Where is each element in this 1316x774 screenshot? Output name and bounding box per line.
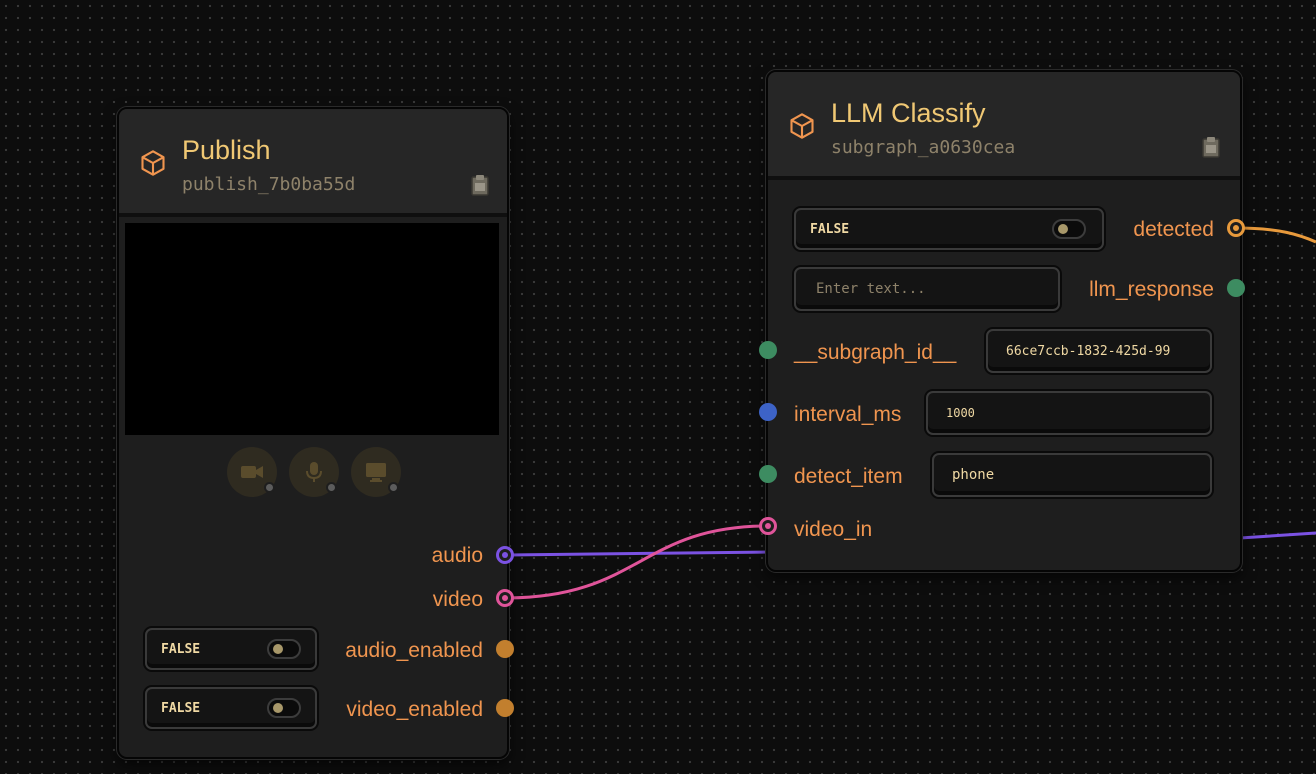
toggle-knob bbox=[1058, 224, 1068, 234]
audio-wire-continuation[interactable] bbox=[1239, 531, 1316, 540]
node-title: Publish bbox=[182, 135, 271, 165]
node-id: publish_7b0ba55d bbox=[182, 174, 356, 195]
video-enabled-toggle-field[interactable]: FALSE bbox=[145, 687, 317, 729]
audio-enabled-output-port[interactable] bbox=[496, 640, 514, 658]
microphone-icon bbox=[306, 462, 322, 482]
toggle-knob bbox=[273, 644, 283, 654]
microphone-status-badge bbox=[326, 482, 337, 493]
microphone-button[interactable] bbox=[289, 447, 339, 497]
audio-enabled-toggle-field[interactable]: FALSE bbox=[145, 628, 317, 670]
detected-wire[interactable] bbox=[1235, 226, 1316, 244]
detect-item-field[interactable]: phone bbox=[932, 453, 1212, 497]
audio-wire[interactable] bbox=[504, 550, 771, 557]
llm-response-input[interactable]: Enter text... bbox=[794, 267, 1060, 311]
interval-ms-field[interactable]: 1000 bbox=[926, 391, 1212, 435]
screen-share-icon bbox=[366, 463, 386, 482]
detected-output-port[interactable] bbox=[1227, 219, 1245, 237]
screen-share-status-badge bbox=[388, 482, 399, 493]
publish-node[interactable]: Publish publish_7b0ba55d audio video FAL… bbox=[117, 107, 509, 759]
subgraph-id-value: 66ce7ccb-1832-425d-99 bbox=[1006, 344, 1171, 359]
camera-button[interactable] bbox=[227, 447, 277, 497]
toggle-knob bbox=[273, 703, 283, 713]
node-id: subgraph_a0630cea bbox=[831, 137, 1016, 158]
subgraph-id-input-port[interactable] bbox=[759, 341, 777, 359]
video-enabled-output-port[interactable] bbox=[496, 699, 514, 717]
camera-icon bbox=[241, 466, 263, 478]
publish-node-header[interactable]: Publish publish_7b0ba55d bbox=[119, 109, 507, 217]
llm-classify-node-header[interactable]: LLM Classify subgraph_a0630cea bbox=[768, 72, 1240, 180]
toggle-value: FALSE bbox=[810, 222, 850, 237]
clipboard-icon[interactable] bbox=[470, 174, 490, 196]
screen-share-button[interactable] bbox=[351, 447, 401, 497]
video-preview bbox=[125, 223, 499, 435]
llm-response-placeholder: Enter text... bbox=[816, 281, 926, 297]
detected-toggle-field[interactable]: FALSE bbox=[794, 208, 1104, 250]
llm-classify-node[interactable]: LLM Classify subgraph_a0630cea FALSE det… bbox=[766, 70, 1242, 572]
camera-status-badge bbox=[264, 482, 275, 493]
video-enabled-output-label: video_enabled bbox=[346, 698, 483, 721]
audio-enabled-output-label: audio_enabled bbox=[345, 639, 483, 662]
llm-response-output-port[interactable] bbox=[1227, 279, 1245, 297]
video-output-port[interactable] bbox=[496, 589, 514, 607]
video-in-input-port[interactable] bbox=[759, 517, 777, 535]
toggle-value: FALSE bbox=[161, 701, 201, 716]
audio-enabled-switch[interactable] bbox=[267, 639, 301, 659]
detected-output-label: detected bbox=[1133, 218, 1214, 241]
interval-ms-input-label: interval_ms bbox=[794, 403, 902, 426]
detect-item-value: phone bbox=[952, 467, 995, 483]
toggle-value: FALSE bbox=[161, 642, 201, 657]
detected-switch[interactable] bbox=[1052, 219, 1086, 239]
subgraph-id-input-label: __subgraph_id__ bbox=[794, 341, 957, 364]
detect-item-input-label: detect_item bbox=[794, 465, 903, 488]
llm-response-output-label: llm_response bbox=[1089, 278, 1214, 301]
audio-output-label: audio bbox=[431, 544, 483, 567]
detect-item-input-port[interactable] bbox=[759, 465, 777, 483]
node-title: LLM Classify bbox=[831, 98, 986, 128]
cube-icon bbox=[790, 113, 814, 139]
cube-icon bbox=[141, 150, 165, 176]
interval-ms-value: 1000 bbox=[946, 406, 975, 420]
interval-ms-input-port[interactable] bbox=[759, 403, 777, 421]
video-wire[interactable] bbox=[504, 524, 769, 600]
video-in-input-label: video_in bbox=[794, 518, 873, 541]
audio-output-port[interactable] bbox=[496, 546, 514, 564]
clipboard-icon[interactable] bbox=[1201, 136, 1221, 158]
video-enabled-switch[interactable] bbox=[267, 698, 301, 718]
subgraph-id-field[interactable]: 66ce7ccb-1832-425d-99 bbox=[986, 329, 1212, 373]
video-output-label: video bbox=[432, 588, 483, 611]
